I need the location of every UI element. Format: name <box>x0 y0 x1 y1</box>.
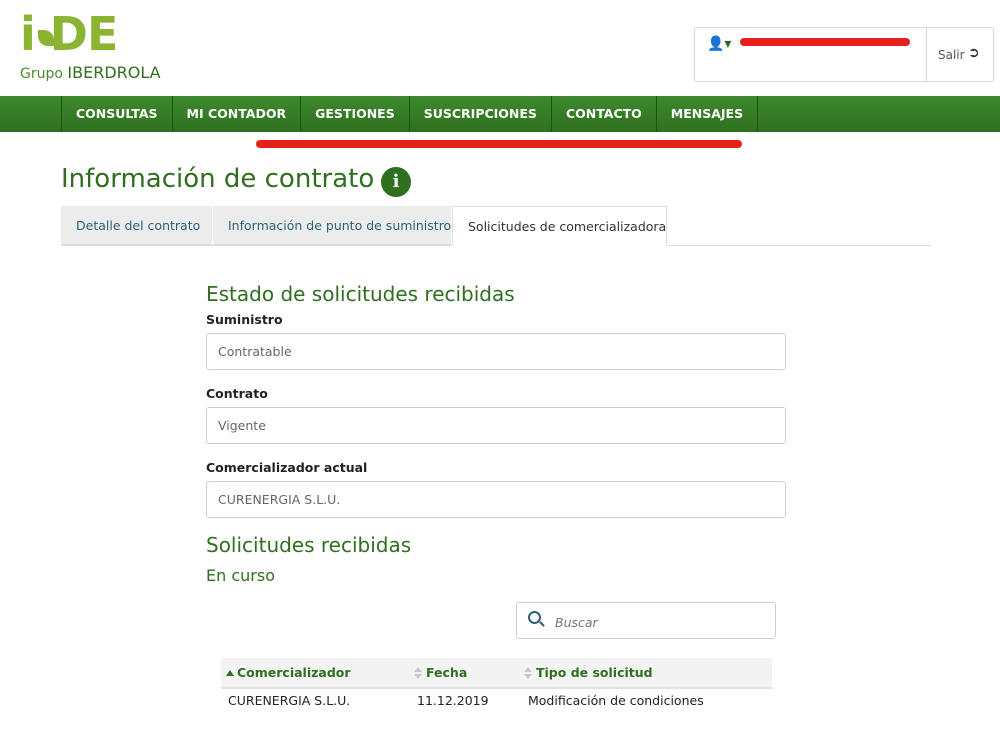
col-tipo-solicitud[interactable]: Tipo de solicitud <box>524 658 653 687</box>
table-header: Comercializador Fecha Tipo de solicitud <box>221 658 772 689</box>
sign-out-icon: ➲ <box>968 45 980 61</box>
search-input[interactable] <box>553 609 767 635</box>
tab-solicitudes-comercializadora[interactable]: Solicitudes de comercializadora <box>452 206 667 246</box>
suministro-label: Suministro <box>206 312 283 327</box>
col-fecha[interactable]: Fecha <box>414 658 467 687</box>
search-icon <box>528 611 541 624</box>
search-box <box>516 602 776 639</box>
redacted-supply-address <box>256 140 742 148</box>
nav-mi-contador[interactable]: MI CONTADOR <box>173 96 302 132</box>
cell-tipo-solicitud: Modificación de condiciones <box>528 693 704 708</box>
iberdrola-ide-logo[interactable]: i DE Grupo IBERDROLA <box>20 7 161 82</box>
user-icon: 👤▾ <box>707 36 732 52</box>
solicitudes-heading: Solicitudes recibidas <box>206 533 412 557</box>
comercializador-label: Comercializador actual <box>206 460 368 475</box>
nav-consultas[interactable]: CONSULTAS <box>62 96 173 132</box>
main-nav: CONSULTAS MI CONTADOR GESTIONES SUSCRIPC… <box>61 96 759 132</box>
tab-detalle-contrato[interactable]: Detalle del contrato <box>61 206 212 245</box>
sort-ascending-icon <box>226 670 234 676</box>
contrato-label: Contrato <box>206 386 268 401</box>
logout-button[interactable]: Salir ➲ <box>926 27 994 82</box>
nav-gestiones[interactable]: GESTIONES <box>301 96 410 132</box>
page-title: Información de contrato <box>61 164 375 194</box>
tab-punto-suministro[interactable]: Información de punto de suministro <box>213 206 451 245</box>
nav-contacto[interactable]: CONTACTO <box>552 96 657 132</box>
nav-suscripciones[interactable]: SUSCRIPCIONES <box>410 96 552 132</box>
sort-icon <box>524 667 532 679</box>
col-tipo-label: Tipo de solicitud <box>536 665 653 680</box>
main-navbar: CONSULTAS MI CONTADOR GESTIONES SUSCRIPC… <box>0 96 1000 132</box>
logout-label: Salir <box>938 48 965 62</box>
logo-mark: i DE <box>20 7 118 61</box>
col-fecha-label: Fecha <box>426 665 468 680</box>
nav-mensajes[interactable]: MENSAJES <box>657 96 759 132</box>
logo-subtitle: Grupo IBERDROLA <box>20 63 161 82</box>
comercializador-field: CURENERGIA S.L.U. <box>206 481 786 518</box>
info-icon[interactable]: i <box>381 167 411 197</box>
cell-fecha: 11.12.2019 <box>417 693 489 708</box>
suministro-field: Contratable <box>206 333 786 370</box>
logo-group-name: IBERDROLA <box>67 63 161 82</box>
logo-group-prefix: Grupo <box>20 66 63 82</box>
col-comercializador-label: Comercializador <box>237 665 351 680</box>
contrato-field: Vigente <box>206 407 786 444</box>
contract-tabs: Detalle del contrato Información de punt… <box>61 206 931 246</box>
estado-heading: Estado de solicitudes recibidas <box>206 282 515 306</box>
sort-icon <box>414 667 422 679</box>
redacted-username <box>740 38 910 46</box>
cell-comercializador: CURENERGIA S.L.U. <box>228 693 351 708</box>
col-comercializador[interactable]: Comercializador <box>226 658 351 687</box>
en-curso-subheading: En curso <box>206 566 275 585</box>
user-menu[interactable]: 👤▾ <box>694 27 927 82</box>
